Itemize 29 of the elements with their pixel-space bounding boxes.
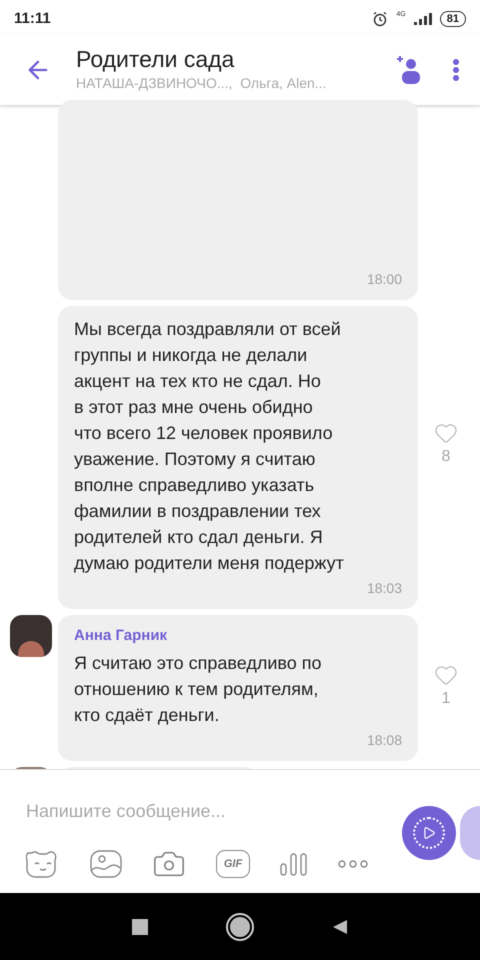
avatar bbox=[10, 615, 52, 657]
home-button[interactable] bbox=[228, 914, 252, 938]
back-icon[interactable] bbox=[332, 918, 348, 934]
add-person-icon bbox=[394, 54, 422, 84]
chat-members: НАТАША-ДЗВИНОЧО..., Ольга, Alen... bbox=[76, 74, 328, 93]
image-icon[interactable] bbox=[90, 850, 122, 878]
play-icon bbox=[422, 826, 436, 840]
chat-title: Родители сада bbox=[76, 45, 236, 73]
alarm-icon bbox=[372, 11, 388, 27]
like-count: 8 bbox=[442, 447, 450, 467]
message-text: Я считаю это справедливо по отношению к тем родителям, кто сдаёт деньги. bbox=[74, 652, 323, 727]
like-count: 1 bbox=[442, 689, 450, 709]
signal-icon bbox=[414, 13, 432, 25]
gif-button[interactable]: GIF bbox=[216, 850, 250, 878]
message-input[interactable]: Напишите сообщение... bbox=[26, 798, 366, 825]
battery-level: 81 bbox=[440, 11, 466, 27]
message-text: Мы всегда поздравляли от всей группы и никогда не делали акцент на тех кто не сдал. Но в этот раз мне очень обидно что всего 12 человек проявило уважение. Поэтому я считаю вполне справедливо указать фамилии в поздравлении тех родителей кто сдал деньги. Я думаю родители меня подержут bbox=[74, 318, 345, 575]
message-time: 18:03 bbox=[366, 579, 402, 598]
status-time: 11:11 bbox=[14, 8, 51, 29]
message-time: 18:08 bbox=[366, 730, 402, 750]
menu-button[interactable] bbox=[452, 58, 460, 80]
add-participant-button[interactable] bbox=[394, 54, 422, 84]
recents-button[interactable] bbox=[132, 918, 148, 934]
audio-bars-icon[interactable] bbox=[280, 852, 308, 876]
message-time: 18:00 bbox=[366, 270, 402, 289]
more-icon[interactable] bbox=[338, 860, 368, 868]
video-message-button[interactable] bbox=[402, 806, 456, 860]
sender-name: Анна Гарник bbox=[74, 626, 168, 646]
menu-icon bbox=[452, 58, 460, 80]
